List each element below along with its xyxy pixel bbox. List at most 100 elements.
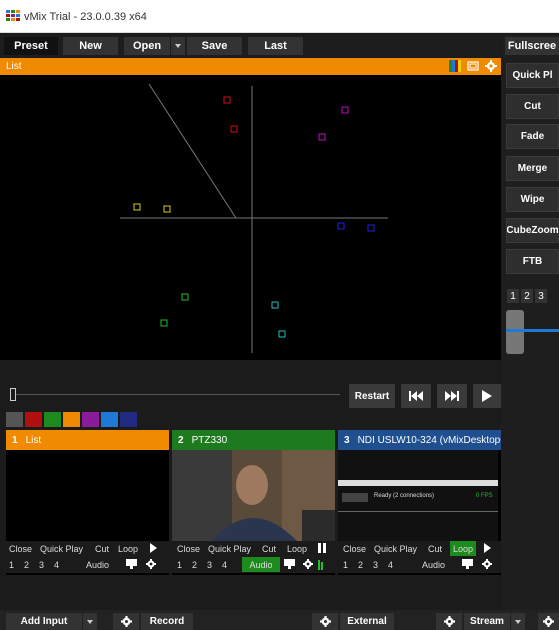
external-button[interactable]: External: [340, 613, 394, 630]
colour-swatch[interactable]: [120, 412, 137, 427]
loop-button[interactable]: Loop: [287, 544, 307, 554]
layer-1-button[interactable]: 1: [9, 560, 14, 570]
thumbnail-button: [342, 493, 368, 502]
gear-icon[interactable]: [146, 559, 156, 571]
add-input-button[interactable]: Add Input: [6, 613, 82, 630]
layer-4-button[interactable]: 4: [54, 560, 59, 570]
layer-1-button[interactable]: 1: [343, 560, 348, 570]
close-button[interactable]: Close: [9, 544, 32, 554]
position-slider-handle[interactable]: [10, 388, 16, 401]
cut-button[interactable]: Cut: [95, 544, 109, 554]
input-name: List: [25, 434, 42, 446]
layer-1-button[interactable]: 1: [177, 560, 182, 570]
frame-icon[interactable]: [467, 60, 479, 72]
last-button[interactable]: Last: [248, 37, 303, 55]
playback-controls: Restart: [0, 360, 501, 428]
input-header[interactable]: 3 NDI USLW10-324 (vMixDesktopCapt: [338, 430, 501, 450]
play-icon[interactable]: [484, 543, 491, 555]
save-button[interactable]: Save: [187, 37, 242, 55]
loop-button[interactable]: Loop: [450, 541, 476, 556]
colour-bars-icon[interactable]: [449, 60, 461, 72]
input-ndi[interactable]: 3 NDI USLW10-324 (vMixDesktopCapt Ready …: [338, 430, 501, 575]
layer-3-button[interactable]: 3: [373, 560, 378, 570]
play-button[interactable]: [473, 384, 501, 408]
audio-button[interactable]: Audio: [242, 557, 280, 572]
pause-icon[interactable]: [318, 543, 326, 555]
monitor-icon[interactable]: [126, 559, 137, 571]
stream-button[interactable]: Stream: [464, 613, 510, 630]
layer-4-button[interactable]: 4: [222, 560, 227, 570]
cut-button[interactable]: Cut: [262, 544, 276, 554]
stream-settings-gear-icon[interactable]: [436, 613, 462, 630]
previous-button[interactable]: [401, 384, 431, 408]
layer-4-button[interactable]: 4: [388, 560, 393, 570]
blue-marker: [337, 222, 345, 230]
open-button[interactable]: Open: [124, 37, 170, 55]
input-header[interactable]: 2 PTZ330: [172, 430, 335, 450]
audio-meter-icon: [318, 558, 324, 572]
monitor-icon[interactable]: [284, 559, 295, 571]
t-bar-handle[interactable]: [506, 310, 524, 354]
preview-canvas: [120, 83, 388, 353]
open-dropdown-arrow-icon[interactable]: [171, 37, 185, 55]
quick-play-button[interactable]: Quick Play: [40, 544, 83, 554]
cut-button[interactable]: Cut: [428, 544, 442, 554]
merge-button[interactable]: Merge: [506, 156, 559, 181]
input-controls: Close Quick Play Cut Loop: [338, 541, 501, 557]
settings-gear-icon[interactable]: [538, 613, 559, 630]
layer-3-button[interactable]: 3: [207, 560, 212, 570]
quick-play-button[interactable]: Quick Play: [374, 544, 417, 554]
play-icon[interactable]: [150, 543, 157, 555]
cyan-marker: [271, 301, 279, 309]
new-button[interactable]: New: [63, 37, 118, 55]
input-list[interactable]: 1 List Close Quick Play Cut Loop 1 2 3 4…: [6, 430, 169, 575]
wipe-button[interactable]: Wipe: [506, 187, 559, 212]
quick-play-button[interactable]: Quick Pl: [506, 63, 559, 88]
preview-output: [0, 75, 501, 360]
gear-icon[interactable]: [482, 559, 492, 571]
input-ptz330[interactable]: 2 PTZ330 Close Quick Play Cut Loop 1 2 3…: [172, 430, 335, 575]
layer-2-button[interactable]: 2: [24, 560, 29, 570]
cubezoom-button[interactable]: CubeZoom: [506, 218, 559, 243]
cut-button[interactable]: Cut: [506, 94, 559, 119]
colour-swatch[interactable]: [25, 412, 42, 427]
transition-1-button[interactable]: 1: [507, 289, 519, 303]
quick-play-button[interactable]: Quick Play: [208, 544, 251, 554]
add-input-dropdown-icon[interactable]: [83, 613, 97, 630]
fade-button[interactable]: Fade: [506, 124, 559, 149]
record-button[interactable]: Record: [141, 613, 193, 630]
audio-button[interactable]: Audio: [86, 560, 109, 570]
monitor-icon[interactable]: [462, 559, 473, 571]
magenta-marker: [318, 133, 326, 141]
next-button[interactable]: [437, 384, 467, 408]
colour-swatch[interactable]: [82, 412, 99, 427]
close-button[interactable]: Close: [343, 544, 366, 554]
layer-2-button[interactable]: 2: [192, 560, 197, 570]
preset-button[interactable]: Preset: [4, 37, 58, 55]
position-track[interactable]: [10, 394, 340, 395]
vmix-logo-icon: [6, 10, 20, 21]
fullscreen-button[interactable]: Fullscree: [505, 37, 559, 55]
external-settings-gear-icon[interactable]: [312, 613, 338, 630]
gear-icon[interactable]: [303, 559, 313, 571]
close-button[interactable]: Close: [177, 544, 200, 554]
input-controls: Close Quick Play Cut Loop: [6, 541, 169, 557]
loop-button[interactable]: Loop: [118, 544, 138, 554]
transition-2-button[interactable]: 2: [521, 289, 533, 303]
layer-2-button[interactable]: 2: [358, 560, 363, 570]
layer-3-button[interactable]: 3: [39, 560, 44, 570]
colour-swatch[interactable]: [101, 412, 118, 427]
audio-button[interactable]: Audio: [422, 560, 445, 570]
colour-swatch[interactable]: [6, 412, 23, 427]
gear-icon[interactable]: [485, 60, 497, 72]
ftb-button[interactable]: FTB: [506, 249, 559, 274]
cyan-marker: [278, 330, 286, 338]
record-settings-gear-icon[interactable]: [113, 613, 139, 630]
stream-dropdown-icon[interactable]: [511, 613, 525, 630]
colour-swatch[interactable]: [44, 412, 61, 427]
input-number: 2: [178, 434, 184, 446]
input-header[interactable]: 1 List: [6, 430, 169, 450]
restart-button[interactable]: Restart: [349, 384, 395, 408]
transition-3-button[interactable]: 3: [535, 289, 547, 303]
colour-swatch[interactable]: [63, 412, 80, 427]
